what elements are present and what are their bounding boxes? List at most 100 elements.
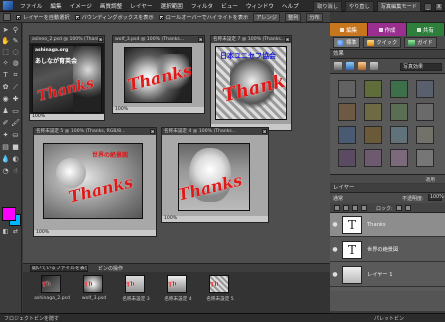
- close-icon[interactable]: ×: [198, 37, 203, 42]
- tab-create[interactable]: 作成: [368, 23, 407, 36]
- document-canvas[interactable]: 日本ユニセフ協会 Thanks: [211, 43, 291, 124]
- mode-selector[interactable]: 写真編集モード: [376, 1, 421, 12]
- selection-brush-tool-icon[interactable]: ◍: [11, 59, 20, 68]
- apply-button[interactable]: 適用: [425, 176, 435, 183]
- bin-item[interactable]: Th 名称未設定 5: [199, 275, 241, 311]
- document-window[interactable]: asineo_2.psd @ 100% (Thanks... × ashinag…: [29, 35, 105, 121]
- effect-thumbnail[interactable]: [364, 80, 382, 98]
- bin-view-dropdown[interactable]: 開いているファイルを表示: [30, 265, 88, 272]
- dodge-tool-icon[interactable]: ◔: [1, 167, 10, 176]
- smart-brush-tool-icon[interactable]: ✦: [1, 131, 10, 140]
- undo-button[interactable]: 取り消し: [313, 1, 342, 12]
- menu-window[interactable]: ウィンドウ: [242, 2, 278, 10]
- menu-view[interactable]: ビュー: [217, 2, 242, 10]
- close-window-button[interactable]: X: [435, 2, 443, 11]
- bin-operation-menu[interactable]: ビンの操作: [98, 265, 123, 272]
- photo-effects-icon[interactable]: [358, 62, 366, 70]
- healing-brush-tool-icon[interactable]: ✚: [11, 95, 20, 104]
- layers-panel-title[interactable]: レイヤー: [330, 184, 445, 193]
- redo-button[interactable]: やり直し: [344, 1, 374, 12]
- effect-thumbnail[interactable]: [390, 149, 408, 167]
- delete-layer-icon[interactable]: [352, 205, 358, 211]
- rollover-highlight-option[interactable]: ロールオーバーでハイライトを表示: [158, 14, 248, 21]
- menu-help[interactable]: ヘルプ: [278, 2, 303, 10]
- subtab-quick[interactable]: クイック: [363, 37, 402, 48]
- document-canvas[interactable]: ashinaga.org あしなが育英会 Thanks: [30, 43, 104, 114]
- lock-transparency-icon[interactable]: [396, 205, 402, 211]
- subtab-full[interactable]: 標準: [333, 37, 361, 48]
- sponge-tool-icon[interactable]: ◐: [11, 155, 20, 164]
- bounding-box-option[interactable]: バウンディングボックスを表示: [74, 14, 154, 21]
- bin-item[interactable]: Th wolf_3.psd: [73, 275, 115, 311]
- effects-panel-title[interactable]: 効果: [330, 50, 445, 59]
- adjustment-layer-icon[interactable]: [343, 205, 349, 211]
- shape-tool-icon[interactable]: ■: [11, 143, 20, 152]
- bin-item[interactable]: Th 名称未設定 3: [115, 275, 157, 311]
- distribute-button[interactable]: 分布: [306, 12, 323, 22]
- blend-mode-dropdown[interactable]: 通常: [333, 195, 343, 202]
- tab-share[interactable]: 共有: [406, 23, 445, 36]
- toggle-project-bin-button[interactable]: フロジェクトビンを隠す: [4, 315, 59, 322]
- menu-image[interactable]: イメージ: [66, 2, 96, 10]
- toggle-palette-bin-button[interactable]: パレットビン: [374, 315, 404, 322]
- effect-thumbnail[interactable]: [416, 126, 434, 144]
- menu-filter[interactable]: フィルタ: [187, 2, 217, 10]
- close-icon[interactable]: ×: [285, 37, 290, 42]
- arrange-button[interactable]: アレンジ: [253, 12, 280, 22]
- subtab-guided[interactable]: ガイド: [404, 37, 437, 48]
- magic-wand-tool-icon[interactable]: ✧: [1, 59, 10, 68]
- menu-edit[interactable]: 編集: [46, 2, 65, 10]
- minimize-button[interactable]: _: [424, 2, 432, 11]
- effect-thumbnail[interactable]: [338, 126, 356, 144]
- close-icon[interactable]: ×: [262, 129, 267, 134]
- bin-item[interactable]: Th ashinaga_2.psd: [31, 275, 73, 311]
- opacity-field[interactable]: 100%: [428, 194, 444, 201]
- checkbox-icon[interactable]: [74, 14, 80, 20]
- lock-all-icon[interactable]: [405, 205, 411, 211]
- hand-tool-icon[interactable]: ✋: [1, 37, 10, 46]
- effect-thumbnail[interactable]: [390, 103, 408, 121]
- close-icon[interactable]: ×: [98, 37, 103, 42]
- filters-icon[interactable]: [334, 62, 342, 70]
- move-tool-icon[interactable]: ➤: [1, 26, 10, 35]
- eraser-tool-icon[interactable]: ▭: [11, 107, 20, 116]
- blur-tool-icon[interactable]: 💧: [1, 155, 10, 164]
- visibility-eye-icon[interactable]: ●: [330, 221, 340, 228]
- effect-thumbnail[interactable]: [416, 149, 434, 167]
- menu-layer[interactable]: レイヤー: [126, 2, 156, 10]
- menu-select[interactable]: 選択範囲: [156, 2, 186, 10]
- document-canvas[interactable]: Thanks: [162, 135, 268, 216]
- menu-enhance[interactable]: 画質調整: [96, 2, 126, 10]
- gradient-tool-icon[interactable]: ▤: [1, 143, 10, 152]
- visibility-eye-icon[interactable]: ●: [330, 271, 340, 278]
- cookie-cutter-tool-icon[interactable]: ✿: [1, 83, 10, 92]
- document-window[interactable]: 名称未設定 5 @ 100% (Thanks, RGB/8... × 世界の絶景…: [33, 127, 157, 237]
- visibility-eye-icon[interactable]: ●: [330, 246, 340, 253]
- brush-tool-icon[interactable]: 🖌: [11, 119, 20, 128]
- effect-thumbnail[interactable]: [364, 149, 382, 167]
- zoom-tool-icon[interactable]: ⚲: [11, 26, 20, 35]
- clone-stamp-tool-icon[interactable]: ♟: [1, 107, 10, 116]
- layer-row[interactable]: ● レイヤー 1: [330, 263, 445, 287]
- document-canvas[interactable]: Thanks: [113, 43, 204, 107]
- smudge-tool-icon[interactable]: ☝: [11, 167, 20, 176]
- layer-row[interactable]: ● T Thanks: [330, 213, 445, 237]
- effect-thumbnail[interactable]: [338, 80, 356, 98]
- effects-category-dropdown[interactable]: 写真効果: [400, 63, 442, 71]
- effect-thumbnail[interactable]: [416, 103, 434, 121]
- effect-thumbnail[interactable]: [364, 103, 382, 121]
- crop-tool-icon[interactable]: ⌗: [11, 71, 20, 80]
- marquee-tool-icon[interactable]: ⬚: [1, 48, 10, 57]
- layer-styles-icon[interactable]: [346, 62, 354, 70]
- show-all-icon[interactable]: [370, 62, 378, 70]
- effect-thumbnail[interactable]: [390, 126, 408, 144]
- document-window[interactable]: wolf_3.psd @ 100% (Thanks... × Thanks 10…: [112, 35, 205, 114]
- paint-bucket-tool-icon[interactable]: ⛀: [11, 131, 20, 140]
- effect-thumbnail[interactable]: [338, 103, 356, 121]
- effect-thumbnail[interactable]: [416, 80, 434, 98]
- menu-file[interactable]: ファイル: [16, 2, 46, 10]
- foreground-color-swatch[interactable]: [2, 207, 16, 221]
- effect-thumbnail[interactable]: [390, 80, 408, 98]
- tab-edit[interactable]: 編集: [330, 23, 369, 36]
- auto-select-layer-option[interactable]: レイヤーを自動選択: [16, 14, 70, 21]
